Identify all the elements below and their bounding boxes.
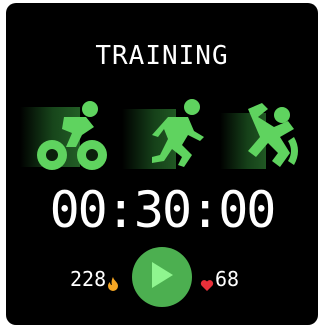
play-icon xyxy=(149,260,175,295)
heart-icon xyxy=(200,273,214,291)
heart-rate-value: 68 xyxy=(215,267,240,291)
cycling-icon[interactable] xyxy=(20,95,116,177)
sport-icons-row xyxy=(6,95,318,177)
calories-stat: 228 xyxy=(70,267,119,291)
screen-title: TRAINING xyxy=(95,41,229,71)
heart-rate-stat: 68 xyxy=(200,267,239,291)
swimming-icon[interactable] xyxy=(218,95,310,177)
workout-timer: 00:30:00 xyxy=(49,181,277,239)
watch-screen: TRAINING 00:30:00 228 68 xyxy=(6,3,318,325)
running-icon[interactable] xyxy=(118,95,214,177)
flame-icon xyxy=(107,272,119,291)
start-workout-button[interactable] xyxy=(132,247,192,307)
stats-row: 228 68 xyxy=(6,247,318,313)
calories-value: 228 xyxy=(70,267,107,291)
